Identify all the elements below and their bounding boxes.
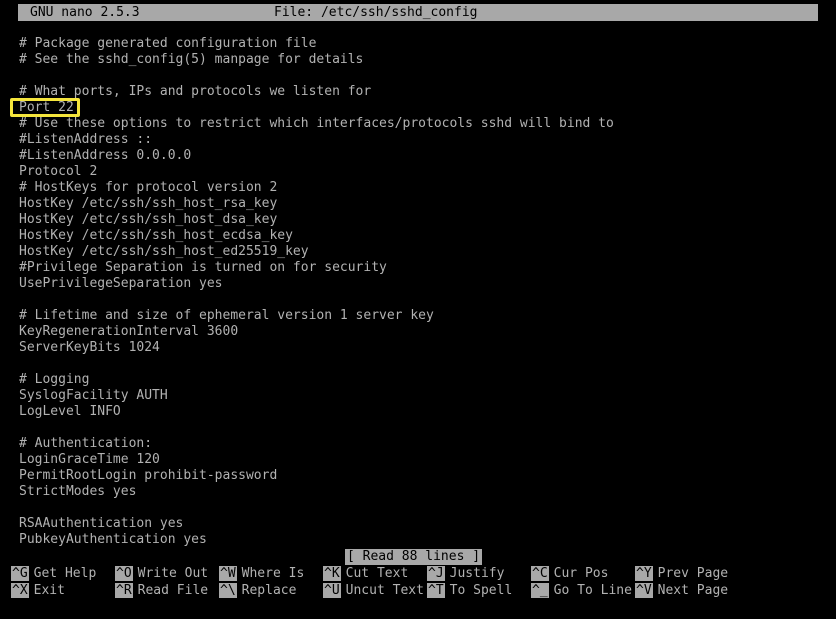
shortcut-label: Cur Pos [553,566,609,581]
shortcut-label: Prev Page [657,566,729,581]
editor-line: UsePrivilegeSeparation yes [19,276,223,291]
shortcut-row-secondary: ^X Exit ^R Read File ^\ Replace ^U Uncut Text ^T… [11,583,836,598]
editor-line: LoginGraceTime 120 [19,452,160,467]
shortcut-key-chip: ^X [11,583,29,598]
editor-line: HostKey /etc/ssh/ssh_host_dsa_key [19,212,278,227]
editor-line: # Use these options to restrict which in… [19,116,614,131]
shortcut-row-primary: ^G Get Help ^O Write Out ^W Where Is ^K Cut Tex… [11,566,836,581]
shortcut-key-chip: ^V [635,583,653,598]
shortcut-label: Write Out [137,566,209,581]
editor-line: # HostKeys for protocol version 2 [19,180,278,195]
shortcut-label: Cut Text [345,566,409,581]
editor-line: KeyRegenerationInterval 3600 [19,324,239,339]
open-file-label: File: /etc/ssh/sshd_config [274,5,478,20]
editor-line: # Authentication: [19,436,153,451]
shortcut-key-chip: ^_ [531,583,549,598]
editor-line: ServerKeyBits 1024 [19,340,160,355]
titlebar: GNU nano 2.5.3 File: /etc/ssh/sshd_confi… [18,4,818,21]
editor-line: # See the sshd_config(5) manpage for det… [19,52,364,67]
shortcut-key-bar: ^G Get Help ^O Write Out ^W Where Is ^K Cut Tex… [11,566,836,600]
editor-line: RSAAuthentication yes [19,516,184,531]
shortcut-key-chip: ^C [531,566,549,581]
shortcut-key-chip: ^U [323,583,341,598]
shortcut-label: Uncut Text [345,583,424,598]
shortcut-key-chip: ^\ [219,583,237,598]
shortcut-write-out[interactable]: ^O Write Out [115,566,208,581]
shortcut-cut-text[interactable]: ^K Cut Text [323,566,408,581]
shortcut-key-chip: ^J [427,566,445,581]
editor-line: LogLevel INFO [19,404,121,419]
editor-blank-line [19,420,829,436]
shortcut-label: Justify [449,566,505,581]
editor-blank-line [19,68,829,84]
editor-blank-line [19,500,829,516]
editor-line: # Logging [19,372,90,387]
shortcut-label: Read File [137,583,209,598]
editor-line: Port 22 [19,100,74,115]
shortcut-justify[interactable]: ^J Justify [427,566,504,581]
shortcut-key-chip: ^R [115,583,133,598]
shortcut-key-chip: ^G [11,566,29,581]
app-version-label: GNU nano 2.5.3 [30,5,140,20]
status-message: [ Read 88 lines ] [345,549,483,565]
editor-line: # Package generated configuration file [19,36,317,51]
shortcut-label: Go To Line [553,583,632,598]
shortcut-key-chip: ^K [323,566,341,581]
shortcut-read-file[interactable]: ^R Read File [115,583,208,598]
editor-line: HostKey /etc/ssh/ssh_host_rsa_key [19,196,278,211]
shortcut-go-to-line[interactable]: ^_ Go To Line [531,583,632,598]
editor-blank-line [19,292,829,308]
shortcut-next-page[interactable]: ^V Next Page [635,583,728,598]
editor-line: HostKey /etc/ssh/ssh_host_ed25519_key [19,244,309,259]
nano-editor-screen: GNU nano 2.5.3 File: /etc/ssh/sshd_confi… [0,0,836,619]
editor-text-area[interactable]: # Package generated configuration file # … [19,36,829,548]
shortcut-prev-page[interactable]: ^Y Prev Page [635,566,728,581]
editor-line: StrictModes yes [19,484,137,499]
shortcut-key-chip: ^Y [635,566,653,581]
shortcut-exit[interactable]: ^X Exit [11,583,65,598]
editor-line: HostKey /etc/ssh/ssh_host_ecdsa_key [19,228,293,243]
shortcut-label: Exit [33,583,65,598]
shortcut-label: To Spell [449,583,513,598]
editor-line: PubkeyAuthentication yes [19,532,207,547]
shortcut-key-chip: ^O [115,566,133,581]
shortcut-label: Get Help [33,566,97,581]
editor-line: # Lifetime and size of ephemeral version… [19,308,434,323]
editor-line: #ListenAddress :: [19,132,153,147]
shortcut-key-chip: ^W [219,566,237,581]
editor-line: PermitRootLogin prohibit-password [19,468,278,483]
editor-line: Protocol 2 [19,164,98,179]
shortcut-label: Next Page [657,583,729,598]
shortcut-where-is[interactable]: ^W Where Is [219,566,304,581]
editor-line: SyslogFacility AUTH [19,388,168,403]
shortcut-uncut-text[interactable]: ^U Uncut Text [323,583,424,598]
shortcut-to-spell[interactable]: ^T To Spell [427,583,512,598]
editor-blank-line [19,356,829,372]
shortcut-replace[interactable]: ^\ Replace [219,583,296,598]
shortcut-label: Replace [241,583,297,598]
shortcut-get-help[interactable]: ^G Get Help [11,566,96,581]
shortcut-cur-pos[interactable]: ^C Cur Pos [531,566,608,581]
editor-line: #ListenAddress 0.0.0.0 [19,148,192,163]
editor-line: #Privilege Separation is turned on for s… [19,260,387,275]
editor-line: # What ports, IPs and protocols we liste… [19,84,372,99]
shortcut-key-chip: ^T [427,583,445,598]
shortcut-label: Where Is [241,566,305,581]
